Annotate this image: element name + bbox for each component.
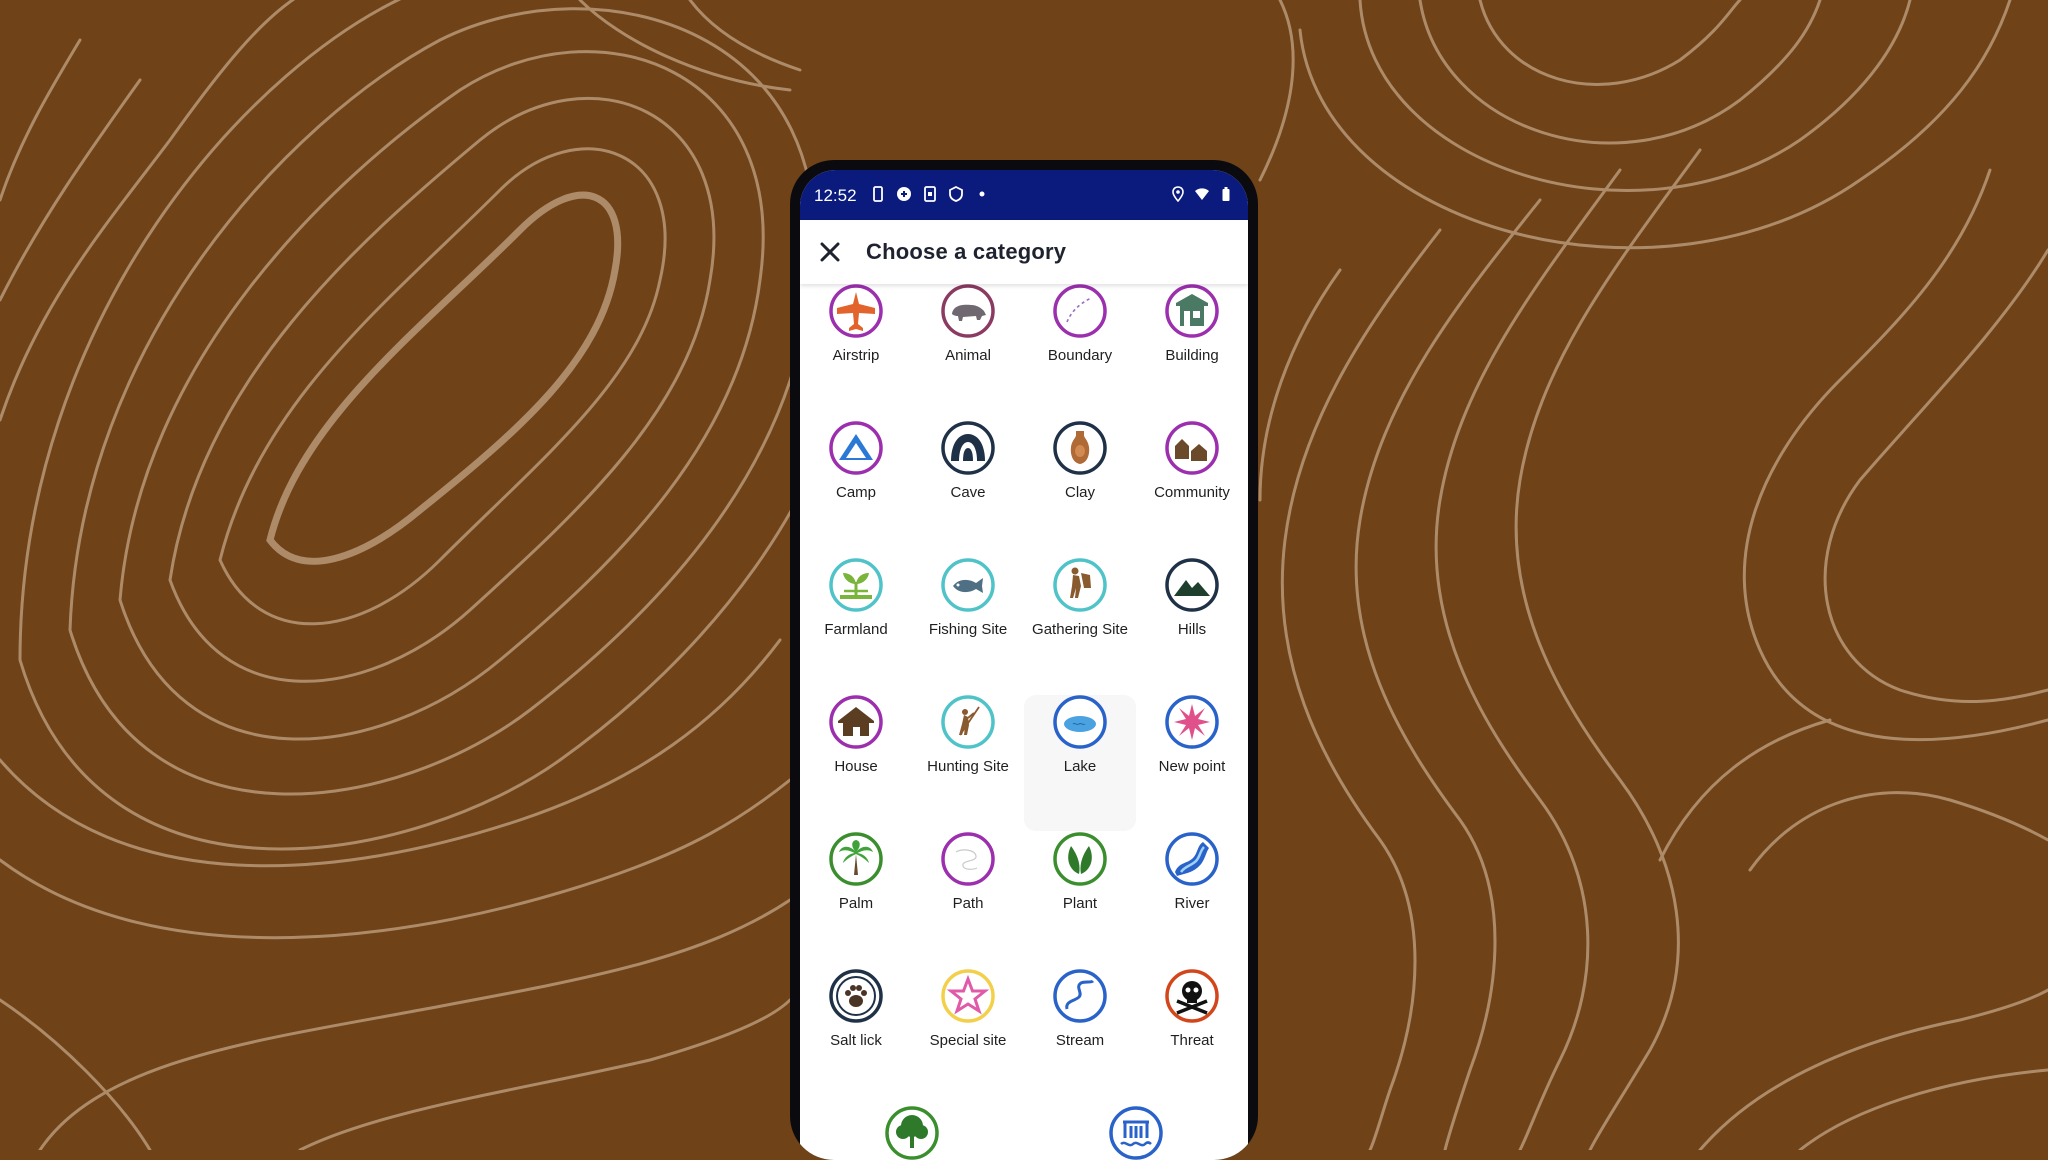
- category-label: Salt lick: [830, 1032, 882, 1049]
- category-label: Special site: [929, 1032, 1007, 1049]
- category-label: Hills: [1177, 621, 1207, 638]
- shield-notification-icon: [949, 186, 963, 202]
- category-lake[interactable]: Lake: [1024, 695, 1136, 831]
- community-icon: [1165, 421, 1219, 475]
- dot-notification-icon: [979, 191, 985, 197]
- special-site-icon: [941, 969, 995, 1023]
- category-salt-lick[interactable]: Salt lick: [800, 969, 912, 1105]
- building-icon: [1165, 284, 1219, 338]
- path-icon: [941, 832, 995, 886]
- category-boundary[interactable]: Boundary: [1024, 284, 1136, 420]
- status-notification-icons: [870, 186, 990, 202]
- stream-icon: [1053, 969, 1107, 1023]
- category-label: Boundary: [1047, 347, 1113, 364]
- category-gathering-site[interactable]: Gathering Site: [1024, 558, 1136, 694]
- salt-lick-icon: [829, 969, 883, 1023]
- app-bar: Choose a category: [800, 220, 1248, 284]
- category-label: Cave: [950, 484, 986, 501]
- category-label: Airstrip: [832, 347, 880, 364]
- category-label: Building: [1165, 347, 1219, 364]
- new-point-icon: [1165, 695, 1219, 749]
- category-farmland[interactable]: Farmland: [800, 558, 912, 694]
- threat-icon: [1165, 969, 1219, 1023]
- clay-icon: [1053, 421, 1107, 475]
- water-icon[interactable]: [1109, 1106, 1163, 1160]
- category-label: New point: [1158, 758, 1226, 775]
- gathering-site-icon: [1053, 558, 1107, 612]
- house-icon: [829, 695, 883, 749]
- battery-icon: [1222, 187, 1230, 201]
- palm-icon: [829, 832, 883, 886]
- animal-icon: [941, 284, 995, 338]
- airstrip-icon: [829, 284, 883, 338]
- farmland-icon: [829, 558, 883, 612]
- category-hills[interactable]: Hills: [1136, 558, 1248, 694]
- status-time: 12:52: [814, 186, 857, 205]
- category-label: Path: [952, 895, 984, 912]
- close-icon[interactable]: [814, 236, 846, 268]
- category-label: Gathering Site: [1032, 621, 1128, 638]
- settings-notification-icon: [897, 187, 911, 201]
- category-label: Animal: [945, 347, 991, 364]
- category-label: Fishing Site: [928, 621, 1008, 638]
- camp-icon: [829, 421, 883, 475]
- category-label: House: [834, 758, 878, 775]
- category-clay[interactable]: Clay: [1024, 421, 1136, 557]
- category-special-site[interactable]: Special site: [912, 969, 1024, 1105]
- boundary-icon: [1053, 284, 1107, 338]
- screenshot-notification-icon: [924, 186, 936, 202]
- category-label: Farmland: [824, 621, 888, 638]
- cave-icon: [941, 421, 995, 475]
- category-label: Palm: [838, 895, 874, 912]
- category-label: Lake: [1063, 758, 1097, 775]
- category-label: Community: [1154, 484, 1230, 501]
- category-fishing-site[interactable]: Fishing Site: [912, 558, 1024, 694]
- phone-notification-icon: [873, 186, 883, 202]
- hills-icon: [1165, 558, 1219, 612]
- page-title: Choose a category: [866, 239, 1067, 264]
- river-icon: [1165, 832, 1219, 886]
- category-river[interactable]: River: [1136, 832, 1248, 968]
- category-label: Camp: [835, 484, 876, 501]
- category-stream[interactable]: Stream: [1024, 969, 1136, 1105]
- category-label: Hunting Site: [927, 758, 1009, 775]
- category-palm[interactable]: Palm: [800, 832, 912, 968]
- category-label: Clay: [1064, 484, 1095, 501]
- phone-frame: 12:52 Choose a category Airstrip Animal …: [790, 160, 1258, 1160]
- tree-icon[interactable]: [885, 1106, 939, 1160]
- category-new-point[interactable]: New point: [1136, 695, 1248, 831]
- plant-icon: [1053, 832, 1107, 886]
- category-path[interactable]: Path: [912, 832, 1024, 968]
- category-label: River: [1174, 895, 1210, 912]
- fishing-site-icon: [941, 558, 995, 612]
- location-icon: [1172, 186, 1184, 202]
- category-plant[interactable]: Plant: [1024, 832, 1136, 968]
- category-community[interactable]: Community: [1136, 421, 1248, 557]
- status-bar: 12:52: [800, 170, 1248, 220]
- status-system-icons: [1170, 186, 1234, 202]
- category-hunting-site[interactable]: Hunting Site: [912, 695, 1024, 831]
- lake-icon: [1053, 695, 1107, 749]
- category-airstrip[interactable]: Airstrip: [800, 284, 912, 420]
- category-camp[interactable]: Camp: [800, 421, 912, 557]
- category-threat[interactable]: Threat: [1136, 969, 1248, 1105]
- category-house[interactable]: House: [800, 695, 912, 831]
- category-building[interactable]: Building: [1136, 284, 1248, 420]
- wifi-icon: [1195, 188, 1209, 200]
- category-label: Threat: [1170, 1032, 1214, 1049]
- category-label: Plant: [1062, 895, 1098, 912]
- category-label: Stream: [1055, 1032, 1105, 1049]
- category-animal[interactable]: Animal: [912, 284, 1024, 420]
- category-cave[interactable]: Cave: [912, 421, 1024, 557]
- phone-screen: 12:52 Choose a category Airstrip Animal …: [800, 170, 1248, 1160]
- hunting-site-icon: [941, 695, 995, 749]
